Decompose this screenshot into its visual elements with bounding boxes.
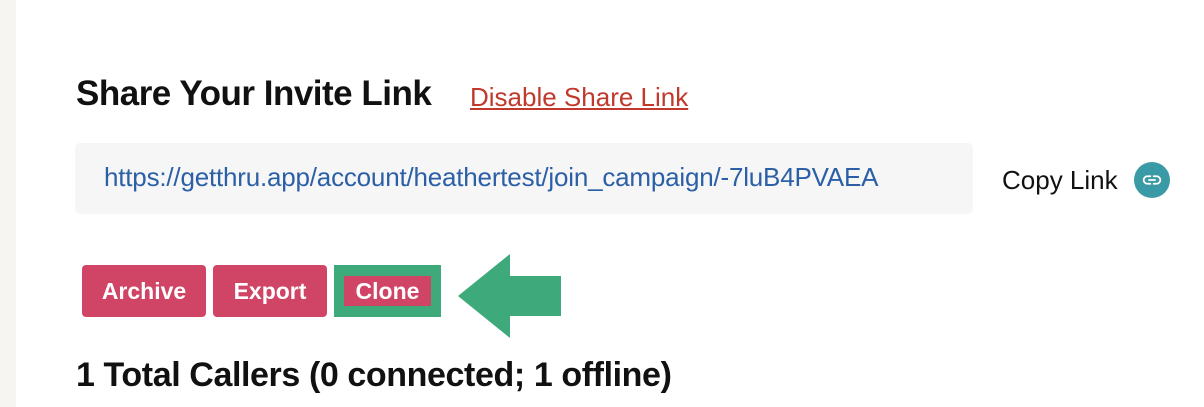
link-icon xyxy=(1133,162,1170,198)
left-gutter xyxy=(0,0,16,407)
export-button[interactable]: Export xyxy=(213,265,327,317)
invite-url-text: https://getthru.app/account/heathertest/… xyxy=(104,162,879,192)
left-arrow-icon xyxy=(458,254,561,338)
clone-button[interactable]: Clone xyxy=(344,276,431,306)
invite-url-field[interactable]: https://getthru.app/account/heathertest/… xyxy=(75,143,973,214)
disable-share-link[interactable]: Disable Share Link xyxy=(470,82,688,113)
share-section-title: Share Your Invite Link xyxy=(76,74,432,113)
archive-button[interactable]: Archive xyxy=(82,265,206,317)
page: Share Your Invite Link Disable Share Lin… xyxy=(0,0,1204,407)
total-callers-heading: 1 Total Callers (0 connected; 1 offline) xyxy=(76,356,672,394)
copy-link-button[interactable]: Copy Link xyxy=(1002,160,1170,200)
copy-link-label: Copy Link xyxy=(1002,164,1118,195)
